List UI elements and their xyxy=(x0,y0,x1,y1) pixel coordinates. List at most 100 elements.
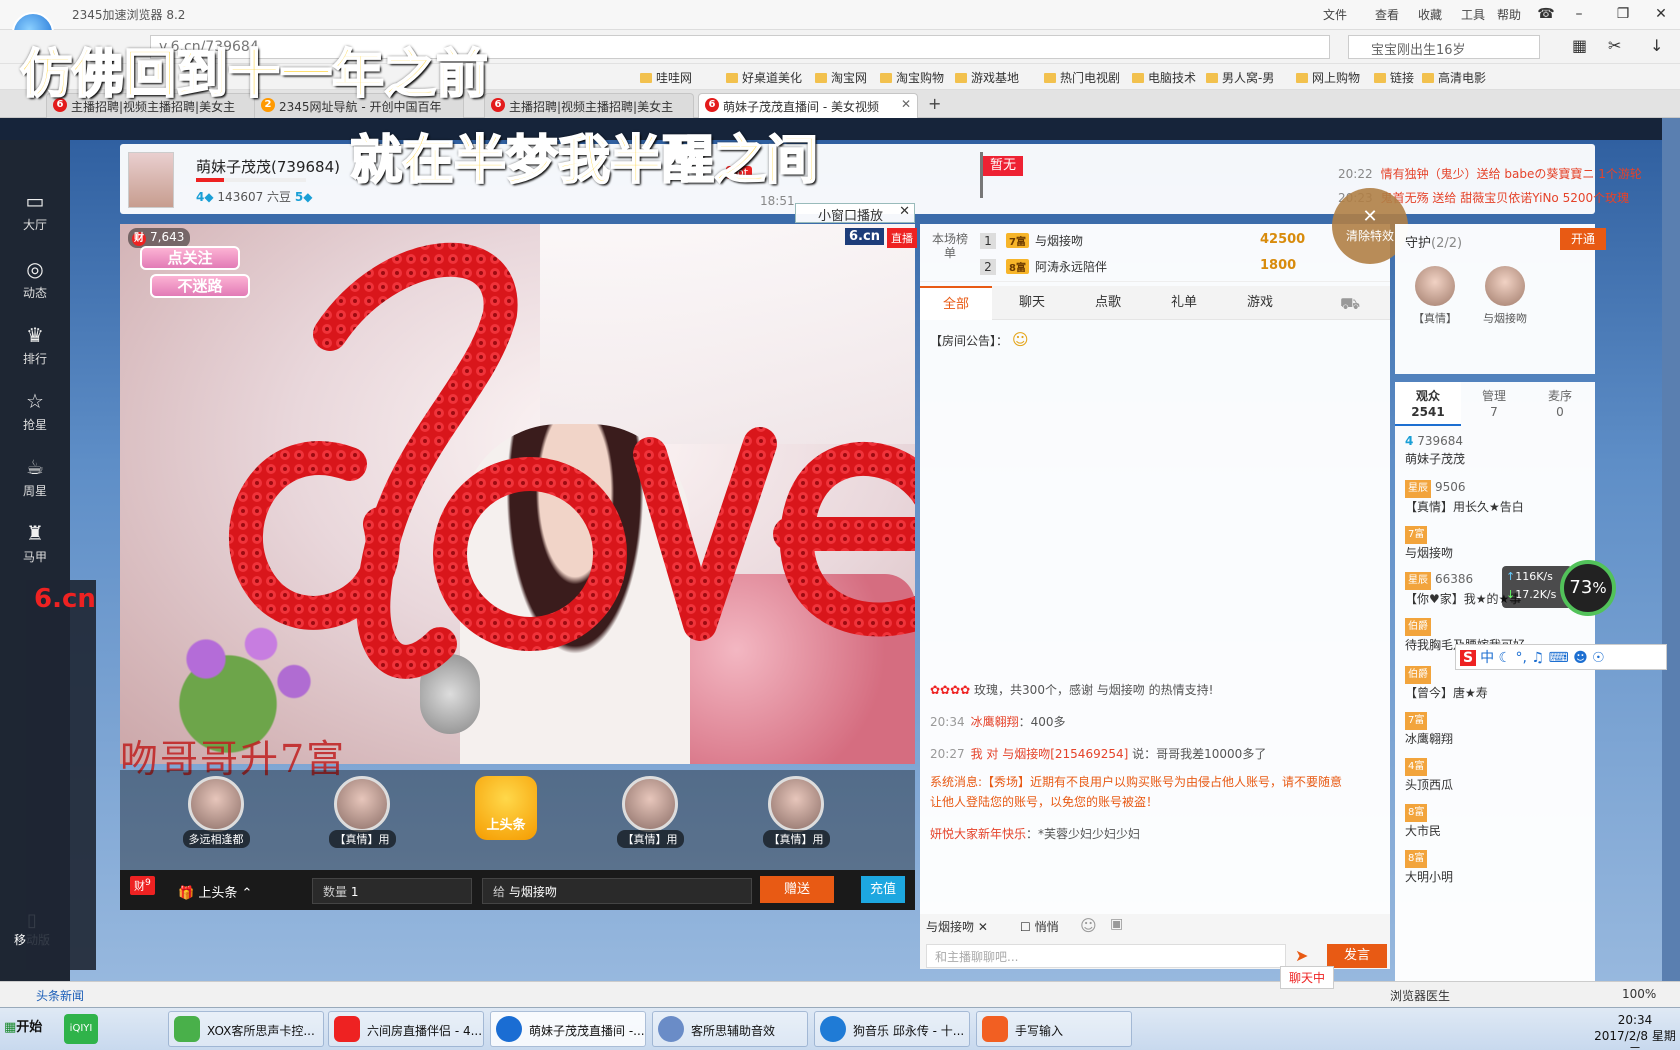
start-button[interactable]: ▦开始 xyxy=(4,1016,42,1035)
tab-mic-queue[interactable]: 麦序 0 xyxy=(1527,382,1593,426)
audience-item[interactable]: 8富 大市民 xyxy=(1405,802,1590,840)
quantity-select[interactable]: 数量 1 xyxy=(312,878,472,904)
taskbar-item[interactable]: 狗音乐 邱永传 - 十... xyxy=(814,1011,970,1047)
chat-input[interactable]: 和主播聊聊吧... xyxy=(926,944,1286,968)
star-icon: ☆ xyxy=(26,389,44,413)
send-gift-button[interactable]: 赠送 xyxy=(760,876,834,903)
anchor-avatar[interactable] xyxy=(128,152,174,208)
tab-audience[interactable]: 观众 2541 xyxy=(1395,382,1461,426)
bookmark-item[interactable]: 电脑技术 xyxy=(1132,69,1196,86)
sidebar-item-vest[interactable]: ♜ 马甲 xyxy=(0,508,70,574)
gift-slot[interactable]: 【真情】用 xyxy=(316,776,408,856)
new-tab-button[interactable]: + xyxy=(928,94,941,113)
headline-news-link[interactable]: 头条新闻 xyxy=(36,987,84,1004)
close-window-button[interactable]: ✕ xyxy=(1650,4,1672,24)
menu-view[interactable]: 查看 xyxy=(1375,6,1399,23)
audience-item[interactable]: 星辰 9506 【真情】用长久★告白 xyxy=(1405,478,1590,516)
tab-song[interactable]: 点歌 xyxy=(1072,286,1144,320)
image-icon[interactable]: ▣ xyxy=(1110,916,1123,932)
zoom-level[interactable]: 100% xyxy=(1622,987,1656,1001)
emoji-icon[interactable]: ☺ xyxy=(1080,916,1097,935)
audience-panel: 观众 2541 管理 7 麦序 0 4 739684 萌妹子茂茂 星辰 9506 【真情】用… xyxy=(1395,382,1595,982)
headline-button[interactable]: 🎁 上头条 ⌃ xyxy=(178,882,252,901)
crown-icon: ♛ xyxy=(26,323,44,347)
skin-icon[interactable]: ☎ xyxy=(1535,4,1557,24)
tab-all[interactable]: 全部 xyxy=(920,286,992,320)
compass-icon: ◎ xyxy=(26,257,44,281)
chat-recipient[interactable]: 与烟接吻 ✕ xyxy=(926,918,988,935)
bookmark-item[interactable]: 哇哇网 xyxy=(640,69,692,86)
maximize-button[interactable]: ❐ xyxy=(1612,4,1634,24)
bookmark-item[interactable]: 链接 xyxy=(1374,69,1414,86)
gift-slot[interactable]: 【真情】用 xyxy=(604,776,696,856)
menu-tools[interactable]: 工具 xyxy=(1461,6,1485,23)
bookmark-item[interactable]: 网上购物 xyxy=(1296,69,1360,86)
page-content: ▭大厅 ◎动态 ♛排行 ☆抢星 ☕周星 ♜马甲 ▯移动版 6.cn 萌妹子茂茂(… xyxy=(0,118,1662,982)
popout-player-button[interactable]: 小窗口播放 ✕ xyxy=(795,203,915,224)
bookmark-item[interactable]: 高清电影 xyxy=(1422,69,1486,86)
sidebar-item-star[interactable]: ☆ 抢星 xyxy=(0,376,70,442)
rank-row[interactable]: 1 7富 与烟接吻 42500 xyxy=(980,232,1380,258)
menu-help[interactable]: 帮助 xyxy=(1497,6,1521,23)
sidebar-item-weekly[interactable]: ☕ 周星 xyxy=(0,442,70,508)
close-icon[interactable]: ✕ xyxy=(899,204,910,219)
bookmark-item[interactable]: 好桌道美化 xyxy=(726,69,802,86)
recharge-button[interactable]: 充值 xyxy=(861,876,905,903)
scissors-icon[interactable]: ✂ xyxy=(1608,36,1621,55)
follow-sticker[interactable]: 点关注 不迷路 xyxy=(140,246,258,306)
rank-row[interactable]: 2 8富 阿涛永远陪伴 1800 xyxy=(980,258,1380,284)
news-item[interactable]: 20:22 情有独钟（鬼少）送给 babeの葵寶寶ニ 1个游轮 xyxy=(1338,162,1642,186)
gift-slot[interactable]: 多远相逢都 xyxy=(170,776,262,856)
menu-favorites[interactable]: 收藏 xyxy=(1418,6,1442,23)
close-tab-icon[interactable]: ✕ xyxy=(901,97,911,111)
taskbar-item[interactable]: 手写输入 xyxy=(976,1011,1132,1047)
open-guard-button[interactable]: 开通 xyxy=(1560,228,1606,250)
sidebar-item-rank[interactable]: ♛ 排行 xyxy=(0,310,70,376)
tab-giftlist[interactable]: 礼单 xyxy=(1148,286,1220,320)
tab-games[interactable]: 游戏 xyxy=(1224,286,1296,320)
anchor-name[interactable]: 萌妹子茂茂(739684) xyxy=(196,156,340,177)
taskbar-item[interactable]: XOX客所思声卡控... xyxy=(168,1011,324,1047)
menu-file[interactable]: 文件 xyxy=(1323,6,1347,23)
minimize-button[interactable]: – xyxy=(1568,4,1590,24)
browser-tab[interactable]: 6 主播招聘|视频主播招聘|美女主 xyxy=(484,93,694,118)
audience-item[interactable]: 7富 与烟接吻 xyxy=(1405,524,1590,562)
sidebar-item-hall[interactable]: ▭ 大厅 xyxy=(0,176,70,242)
six-logo-icon: 6 xyxy=(705,98,719,112)
guard-member[interactable]: 【真情】 xyxy=(1405,266,1465,326)
system-clock[interactable]: 20:342017/2/8 星期三 xyxy=(1590,1012,1680,1050)
network-speed-widget[interactable]: ↑116K/s ↓17.2K/s 73% xyxy=(1502,560,1618,620)
chatting-indicator[interactable]: 聊天中 xyxy=(1280,966,1335,989)
bookmark-item[interactable]: 热门电视剧 xyxy=(1044,69,1120,86)
sidebar-ghost: 6.cn xyxy=(26,580,96,970)
sidebar-item-feed[interactable]: ◎ 动态 xyxy=(0,244,70,310)
audience-item[interactable]: 4富 头顶西瓜 xyxy=(1405,756,1590,794)
ime-toolbar[interactable]: S中 ☾ °, ♫ ⌨ ☻ ☉ xyxy=(1455,644,1667,670)
headline-gift[interactable]: 上头条 xyxy=(460,776,552,856)
audience-item[interactable]: 4 739684 萌妹子茂茂 xyxy=(1405,432,1590,468)
car-icon[interactable]: ⛟ xyxy=(1340,294,1360,315)
grid-icon[interactable]: ▦ xyxy=(1572,36,1587,55)
bookmark-item[interactable]: 男人窝-男 xyxy=(1206,69,1274,86)
download-icon[interactable]: ↓ xyxy=(1650,36,1663,55)
whisper-checkbox[interactable]: ☐ 悄悄 xyxy=(1020,918,1059,935)
iqiyi-icon[interactable]: iQIYI xyxy=(64,1014,98,1044)
chat-send-button[interactable]: 发言 xyxy=(1327,944,1387,968)
search-input[interactable]: 宝宝刚出生16岁 xyxy=(1348,35,1540,59)
taskbar-item[interactable]: 六间房直播伴侣 - 4.... xyxy=(328,1011,484,1047)
gift-slot[interactable]: 【真情】用 xyxy=(750,776,842,856)
browser-doctor[interactable]: 浏览器医生 xyxy=(1390,987,1450,1004)
recipient-select[interactable]: 给 与烟接吻 xyxy=(482,878,752,904)
audience-item[interactable]: 7富 冰鹰翱翔 xyxy=(1405,710,1590,748)
tab-chat[interactable]: 聊天 xyxy=(996,286,1068,320)
taskbar-item-active[interactable]: 萌妹子茂茂直播间 -... xyxy=(490,1011,646,1047)
tab-admins[interactable]: 管理 7 xyxy=(1461,382,1527,426)
bookmark-item[interactable]: 淘宝网 xyxy=(815,69,867,86)
taskbar-item[interactable]: 客所思辅助音效 xyxy=(652,1011,808,1047)
bookmark-item[interactable]: 淘宝购物 xyxy=(880,69,944,86)
guard-member[interactable]: 与烟接吻 xyxy=(1475,266,1535,326)
bookmark-item[interactable]: 游戏基地 xyxy=(955,69,1019,86)
audience-item[interactable]: 8富 大明小明 xyxy=(1405,848,1590,886)
browser-tab-active[interactable]: 6 萌妹子茂茂直播间 - 美女视频 ✕ xyxy=(698,93,918,118)
paper-plane-icon[interactable]: ➤ xyxy=(1295,946,1308,965)
